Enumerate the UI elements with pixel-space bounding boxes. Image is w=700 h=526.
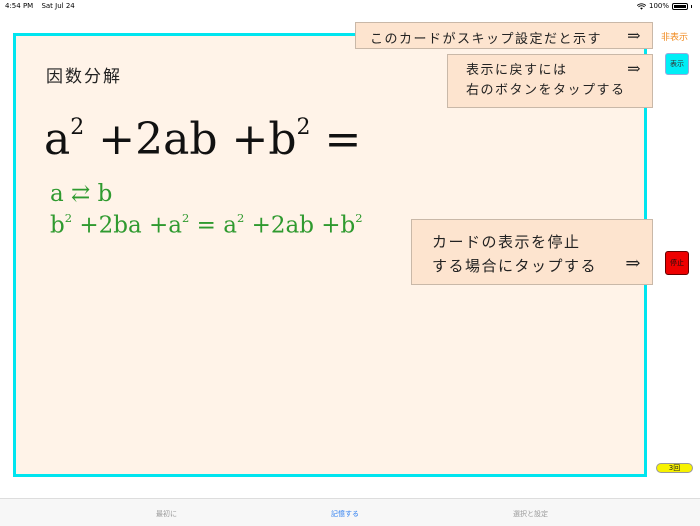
tab-first[interactable]: 最初に: [156, 509, 177, 519]
status-time: 4:54 PM: [5, 2, 34, 10]
formula-a: a: [44, 114, 71, 165]
note-stop-line1: カードの表示を停止: [432, 233, 581, 251]
formula-middle: +2ab +b: [84, 114, 297, 165]
battery-percent: 100%: [648, 2, 669, 10]
note-stop-line2: する場合にタップする: [432, 257, 598, 275]
expanded-middle-2: +2ab +b: [244, 212, 356, 239]
tab-memorize[interactable]: 記憶する: [331, 509, 359, 519]
formula-b-exponent: 2: [296, 115, 311, 141]
expanded-equals: = a: [189, 212, 237, 239]
stop-button[interactable]: 停止: [665, 251, 689, 275]
formula-equals: =: [310, 114, 362, 165]
arrow-right-icon: ⇒: [625, 253, 642, 274]
arrow-right-icon: ⇒: [627, 59, 642, 78]
formula-main: a2 +2ab +b2 =: [44, 114, 361, 165]
expanded-formula: b2 +2ba +a2 = a2 +2ab +b2: [50, 211, 363, 238]
expanded-middle: +2ba +a: [72, 212, 183, 239]
expanded-b-exponent-2: 2: [355, 211, 363, 225]
note-restore-line2: 右のボタンをタップする: [466, 83, 626, 98]
note-stop-display: カードの表示を停止 する場合にタップする ⇒: [411, 219, 653, 285]
tab-bar: 最初に 記憶する 選択と設定: [0, 498, 700, 526]
status-bar: 4:54 PM Sat Jul 24 100%: [0, 0, 700, 12]
note-skip-text: このカードがスキップ設定だと示す: [370, 32, 603, 47]
note-restore-display: 表示に戻すには 右のボタンをタップする ⇒: [447, 54, 653, 108]
card-title: 因数分解: [46, 67, 122, 87]
battery-tip: [691, 4, 692, 8]
formula-a-exponent: 2: [70, 115, 85, 141]
note-restore-line1: 表示に戻すには: [466, 63, 568, 78]
arrow-right-icon: ⇒: [627, 26, 642, 45]
review-count-badge: 3回: [656, 463, 693, 473]
expanded-b: b: [50, 212, 65, 239]
show-button[interactable]: 表示: [665, 53, 689, 75]
battery-icon: [672, 2, 688, 10]
wifi-icon: [636, 2, 646, 10]
expanded-b-exponent: 2: [64, 211, 73, 225]
hidden-status-label[interactable]: 非表示: [661, 30, 688, 43]
status-date: Sat Jul 24: [41, 2, 75, 10]
swap-line: a ⇄ b: [50, 181, 113, 207]
tab-select-settings[interactable]: 選択と設定: [513, 509, 548, 519]
note-skip-indicator: このカードがスキップ設定だと示す ⇒: [355, 22, 653, 49]
